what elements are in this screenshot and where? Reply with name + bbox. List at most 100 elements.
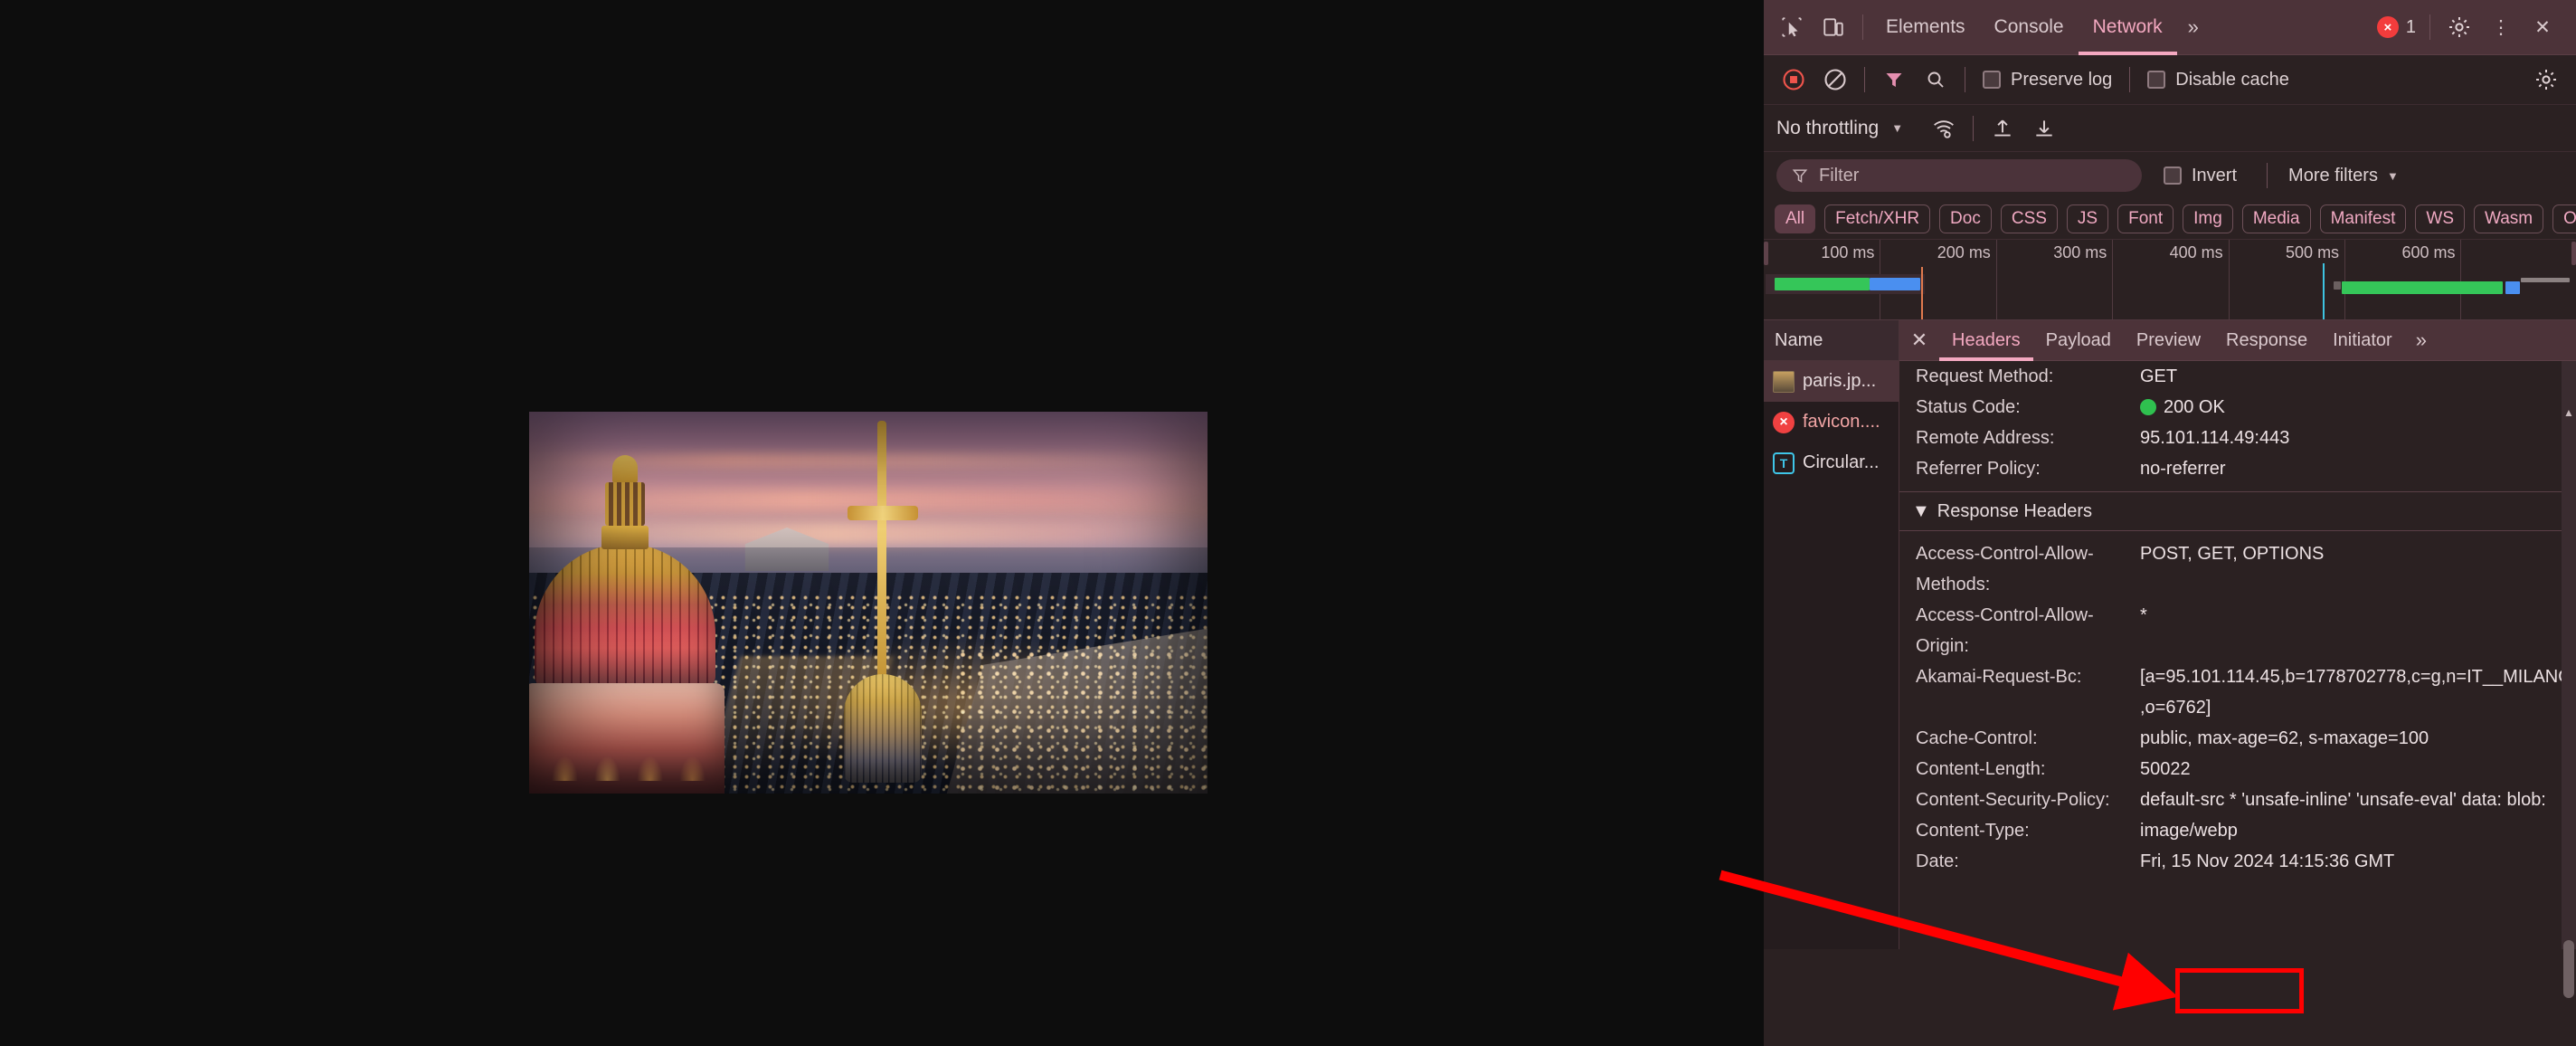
screenshot-root: Elements Console Network » × 1 ⋮ ✕ [0,0,2576,1046]
tick-label: 400 ms [2170,243,2229,262]
chip-js[interactable]: JS [2067,204,2108,233]
divider [2429,14,2430,40]
overview-bar-segment [2505,281,2520,294]
tick-label: 200 ms [1937,243,1996,262]
header-row: Access-Control-Allow-Origin: * [1899,600,2576,661]
search-icon[interactable] [1915,59,1956,100]
request-list: Name paris.jp... × favicon.... T Circula… [1764,320,1899,949]
checkbox-box [2164,166,2182,185]
request-name: favicon.... [1803,412,1880,433]
header-value: [a=95.101.114.45,b=1778702778,c=g,n=IT__… [2140,661,2576,723]
chip-ws[interactable]: WS [2415,204,2465,233]
overview-bar-segment [2342,281,2503,294]
tab-network[interactable]: Network [2079,0,2177,55]
import-har-icon[interactable] [1982,108,2023,149]
tab-console[interactable]: Console [1980,0,2079,55]
invert-checkbox[interactable]: Invert [2155,166,2246,186]
chip-wasm[interactable]: Wasm [2474,204,2543,233]
tab-response[interactable]: Response [2213,320,2320,361]
disable-cache-label: Disable cache [2175,70,2289,90]
tab-preview[interactable]: Preview [2124,320,2213,361]
tab-payload[interactable]: Payload [2033,320,2124,361]
divider [1862,14,1863,40]
filter-row: Filter Invert More filters ▼ [1764,152,2576,199]
chip-doc[interactable]: Doc [1939,204,1992,233]
header-value: GET [2140,361,2576,392]
status-ok-dot [2140,399,2156,415]
device-toolbar-icon[interactable] [1813,6,1854,48]
clear-button[interactable] [1814,59,1856,100]
header-value: POST, GET, OPTIONS [2140,538,2576,569]
text-document-icon: T [1773,452,1795,474]
tab-elements[interactable]: Elements [1871,0,1980,55]
header-row: Akamai-Request-Bc: [a=95.101.114.45,b=17… [1899,661,2576,723]
header-key: Request Method: [1916,361,2140,392]
devtools-tab-strip: Elements Console Network » × 1 ⋮ ✕ [1764,0,2576,55]
export-har-icon[interactable] [2023,108,2065,149]
more-tabs-icon[interactable]: » [2177,15,2210,39]
preserve-log-checkbox[interactable]: Preserve log [1974,70,2121,90]
header-key: Content-Type: [1916,815,2140,846]
gear-icon[interactable] [2439,6,2480,48]
tab-initiator[interactable]: Initiator [2320,320,2405,361]
record-button[interactable] [1773,59,1814,100]
request-name: paris.jp... [1803,371,1876,392]
close-icon[interactable]: ✕ [2522,6,2563,48]
request-detail-pane: ✕ Headers Payload Preview Response Initi… [1899,320,2576,949]
request-row-favicon[interactable]: × favicon.... [1764,402,1899,442]
error-circle-icon: × [1773,412,1795,433]
filter-input[interactable]: Filter [1776,159,2142,192]
header-key: Akamai-Request-Bc: [1916,661,2140,692]
tick-label: 500 ms [2286,243,2344,262]
network-toolbar: Preserve log Disable cache [1764,55,2576,105]
throttling-value: No throttling [1776,118,1879,139]
chip-other[interactable]: O [2552,204,2576,233]
network-conditions-icon[interactable] [1923,108,1965,149]
devtools-actions: × 1 ⋮ ✕ [2372,6,2569,48]
header-row: Cache-Control: public, max-age=62, s-max… [1899,723,2576,754]
column-header-name[interactable]: Name [1764,320,1899,361]
chip-all[interactable]: All [1775,204,1815,233]
scrollbar-thumb[interactable] [2563,940,2574,998]
header-row: Request Method: GET [1899,361,2576,392]
header-key: Content-Length: [1916,754,2140,784]
divider [1864,67,1865,92]
tick-label: 600 ms [2401,243,2460,262]
network-overview-timeline[interactable]: 100 ms 200 ms 300 ms 400 ms 500 ms 600 m… [1764,239,2576,320]
request-row-paris[interactable]: paris.jp... [1764,361,1899,402]
request-row-circular[interactable]: T Circular... [1764,442,1899,483]
detail-tab-strip: ✕ Headers Payload Preview Response Initi… [1899,320,2576,361]
header-key: Content-Security-Policy: [1916,784,2140,815]
chip-fetch-xhr[interactable]: Fetch/XHR [1824,204,1930,233]
header-key: Access-Control-Allow-Methods: [1916,538,2140,600]
divider [1973,116,1974,141]
chip-css[interactable]: CSS [2001,204,2058,233]
network-body: Name paris.jp... × favicon.... T Circula… [1764,320,2576,949]
detail-scrollbar[interactable]: ▲ [2562,361,2576,949]
paris-photo [529,412,1208,794]
throttling-select[interactable]: No throttling ▼ [1776,118,1903,139]
filter-toggle-icon[interactable] [1873,59,1915,100]
chip-img[interactable]: Img [2183,204,2233,233]
dom-content-loaded-marker [1921,267,1923,320]
network-settings-gear-icon[interactable] [2525,59,2567,100]
response-headers-section-header[interactable]: ▼ Response Headers [1899,491,2576,531]
more-detail-tabs-icon[interactable]: » [2405,328,2438,352]
chevron-down-icon: ▼ [1891,121,1903,135]
scroll-up-arrow-icon[interactable]: ▲ [2563,406,2574,419]
chip-font[interactable]: Font [2117,204,2174,233]
more-filters-dropdown[interactable]: More filters ▼ [2288,166,2399,186]
error-badge[interactable]: × 1 [2372,16,2421,38]
status-code-text: 200 OK [2164,397,2225,417]
headers-content: Request Method: GET Status Code: 200 OK … [1899,361,2576,949]
kebab-menu-icon[interactable]: ⋮ [2480,6,2522,48]
chip-media[interactable]: Media [2242,204,2311,233]
browser-viewport [0,0,1764,1046]
close-detail-icon[interactable]: ✕ [1899,328,1939,352]
inspect-element-icon[interactable] [1771,6,1813,48]
header-value: Fri, 15 Nov 2024 14:15:36 GMT [2140,846,2576,877]
chip-manifest[interactable]: Manifest [2320,204,2407,233]
header-key: Status Code: [1916,392,2140,423]
tab-headers[interactable]: Headers [1939,320,2033,361]
disable-cache-checkbox[interactable]: Disable cache [2138,70,2298,90]
